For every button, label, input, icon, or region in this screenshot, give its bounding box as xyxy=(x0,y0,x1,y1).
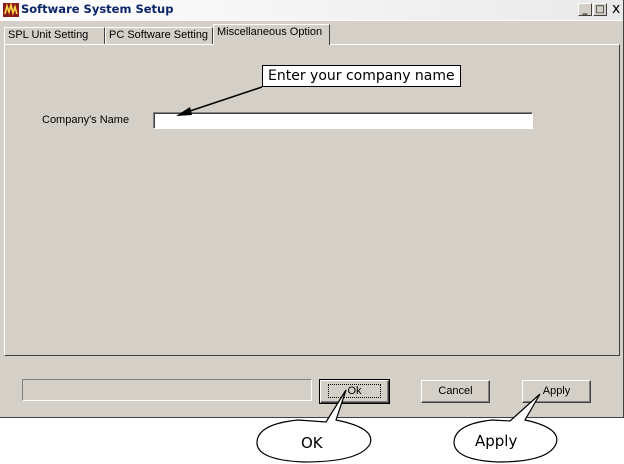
ok-bubble-label: OK xyxy=(301,434,323,452)
tab-miscellaneous-option[interactable]: Miscellaneous Option xyxy=(213,24,330,45)
ok-button-label: Ok xyxy=(328,384,381,398)
apply-button[interactable]: Apply xyxy=(522,380,591,403)
minimize-icon: _ xyxy=(582,4,588,15)
maximize-button[interactable]: □ xyxy=(593,3,607,16)
tab-pc-software-setting[interactable]: PC Software Setting xyxy=(105,27,213,44)
status-field xyxy=(22,379,312,401)
company-name-label: Company's Name xyxy=(42,114,130,126)
close-button[interactable]: x xyxy=(612,1,620,17)
tab-spl-unit-setting[interactable]: SPL Unit Setting xyxy=(4,27,105,44)
app-logo-icon xyxy=(3,3,19,17)
title-bar[interactable]: Software System Setup _ □ x xyxy=(0,0,623,21)
company-name-callout: Enter your company name xyxy=(262,65,461,87)
cancel-button[interactable]: Cancel xyxy=(421,380,490,403)
miscellaneous-panel xyxy=(4,44,620,356)
minimize-button[interactable]: _ xyxy=(578,3,592,16)
ok-button[interactable]: Ok xyxy=(319,379,390,404)
apply-bubble-label: Apply xyxy=(475,432,518,450)
setup-window: Software System Setup _ □ x SPL Unit Set… xyxy=(0,0,624,418)
window-title: Software System Setup xyxy=(21,2,174,16)
maximize-icon: □ xyxy=(595,4,605,15)
company-name-input[interactable] xyxy=(153,112,533,129)
